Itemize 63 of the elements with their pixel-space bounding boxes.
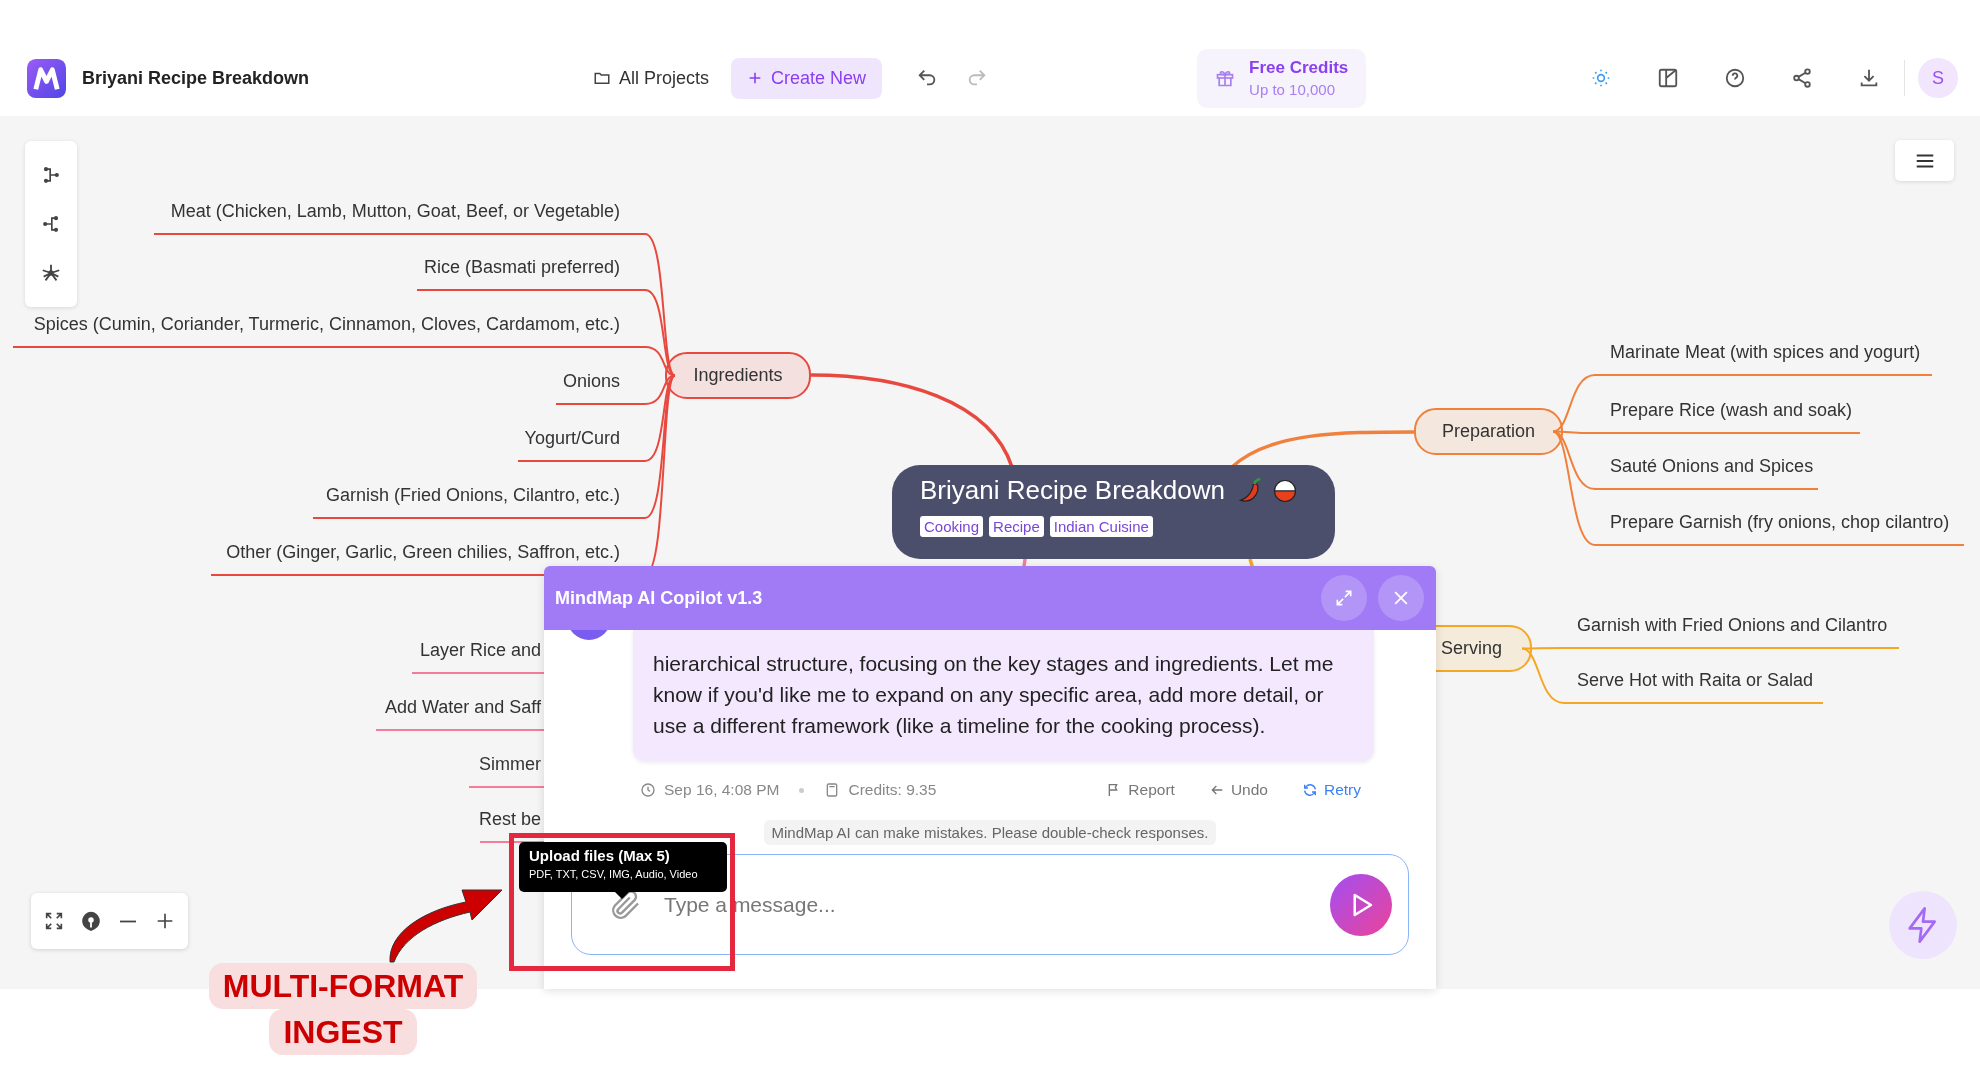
tooltip-title: Upload files (Max 5)	[529, 847, 671, 864]
credits-used: Credits: 9.35	[848, 781, 937, 799]
create-new-button[interactable]: Create New	[731, 57, 883, 99]
annotation-label: INGEST	[269, 1009, 417, 1055]
location-pin-icon	[80, 910, 102, 932]
refresh-icon	[1301, 782, 1318, 798]
credits-title: Free Credits	[1249, 58, 1349, 78]
download-icon	[1858, 67, 1880, 89]
subtopic-label[interactable]: Rest be	[478, 806, 541, 832]
tag[interactable]: Cooking	[920, 516, 984, 537]
subtopic-label[interactable]: Rice (Basmati preferred)	[423, 254, 620, 280]
central-topic-title: Briyani Recipe Breakdown	[920, 475, 1225, 506]
fit-screen-icon	[43, 910, 65, 932]
subtopic-label[interactable]: Add Water and Saff	[384, 694, 541, 720]
report-button[interactable]: Report	[1106, 781, 1175, 799]
subtopic-label[interactable]: Other (Ginger, Garlic, Green chilies, Saffron, etc.)	[226, 539, 620, 565]
subtopic-label[interactable]: Spices (Cumin, Coriander, Turmeric, Cinnamon, Cloves, Cardamom, etc.)	[33, 311, 620, 337]
retry-button[interactable]: Retry	[1301, 781, 1361, 799]
tree-left-icon	[41, 214, 61, 234]
subtopic-label[interactable]: Meat (Chicken, Lamb, Mutton, Goat, Beef, or Vegetable)	[170, 198, 620, 224]
close-button[interactable]	[1378, 575, 1424, 621]
logo-icon[interactable]	[27, 58, 66, 98]
panel-icon	[1657, 67, 1679, 89]
subtopic-label[interactable]: Simmer	[479, 751, 541, 777]
tag[interactable]: Indian Cuisine	[1049, 516, 1153, 537]
subtopic-label[interactable]: Prepare Garnish (fry onions, chop cilantro)	[1610, 509, 1950, 535]
subtopic-label[interactable]: Marinate Meat (with spices and yogurt)	[1610, 339, 1921, 365]
credits-subtitle: Up to 10,000	[1249, 81, 1335, 98]
assistant-message: hierarchical structure, focusing on the key stages and ingredients. Let me know if you'd like me to expand on any specific area, add more detail, or use a different framework (like a timeline for the cooking process).	[633, 630, 1374, 761]
subtopic-label[interactable]: Garnish with Fried Onions and Cilantro	[1577, 612, 1888, 638]
subtopic-label[interactable]: Serve Hot with Raita or Salad	[1577, 667, 1814, 693]
radial-icon	[40, 262, 62, 284]
message-time: Sep 16, 4:08 PM	[664, 781, 780, 799]
document-title: Briyani Recipe Breakdown	[82, 67, 310, 89]
gift-icon	[1215, 68, 1236, 88]
subtopic-label[interactable]: Layer Rice and	[419, 637, 541, 663]
free-credits-banner[interactable]: Free Credits Up to 10,000	[1197, 48, 1367, 108]
help-icon	[1724, 67, 1746, 89]
subtopic-label[interactable]: Prepare Rice (wash and soak)	[1610, 397, 1853, 423]
share-icon	[1791, 67, 1813, 89]
annotation-label: MULTI-FORMAT	[208, 963, 478, 1009]
expand-icon	[1334, 588, 1354, 608]
subtopic-label[interactable]: Yogurt/Curd	[524, 425, 620, 451]
sun-icon	[1591, 68, 1611, 88]
user-avatar[interactable]: S	[1918, 58, 1958, 98]
message-input[interactable]: Type a message...	[662, 891, 1312, 918]
topic-node[interactable]: Ingredients	[665, 352, 811, 399]
subtopic-label[interactable]: Garnish (Fried Onions, Cilantro, etc.)	[325, 482, 620, 508]
clock-icon	[640, 782, 656, 798]
tooltip-formats: PDF, TXT, CSV, IMG, Audio, Video	[529, 868, 699, 880]
topic-node[interactable]: Preparation	[1414, 408, 1563, 455]
chat-title: MindMap AI Copilot v1.3	[555, 587, 763, 609]
tag[interactable]: Recipe	[989, 516, 1044, 537]
undo-button[interactable]: Undo	[1208, 781, 1268, 799]
tree-right-icon	[41, 165, 61, 185]
menu-button[interactable]	[1895, 140, 1954, 181]
central-topic-node[interactable]: Briyani Recipe Breakdown Cooking Recipe Indian Cuisine	[892, 465, 1335, 559]
topic-node[interactable]: Serving	[1436, 625, 1532, 672]
disclaimer-text: MindMap AI can make mistakes. Please double-check responses.	[763, 820, 1217, 845]
minus-icon	[119, 919, 137, 923]
all-projects-button[interactable]: All Projects	[593, 67, 710, 89]
subtopic-label[interactable]: Onions	[562, 368, 620, 394]
subtopic-label[interactable]: Sauté Onions and Spices	[1610, 453, 1814, 479]
